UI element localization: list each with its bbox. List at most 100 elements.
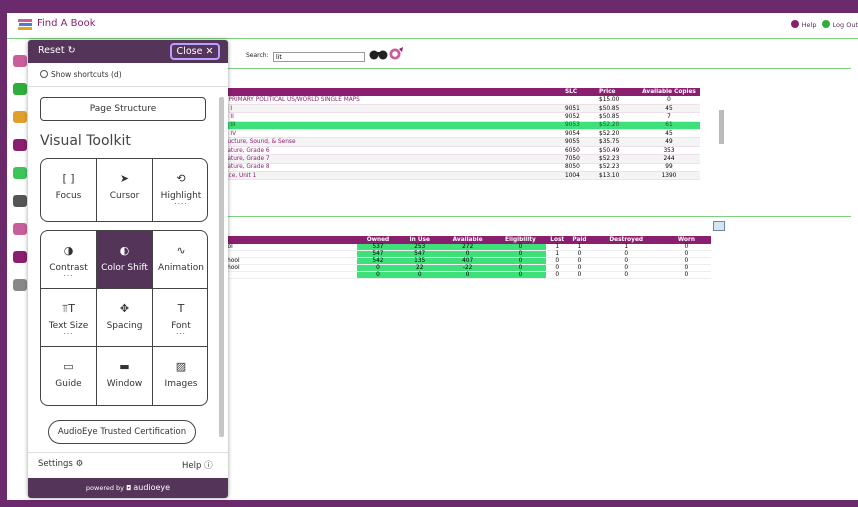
results-row[interactable]: e IV 9054 $52.20 45 [222, 129, 700, 139]
tool-color-shift-button[interactable]: ◐ Color Shift [97, 231, 153, 289]
tool-cursor-button[interactable]: ➤ Cursor [97, 159, 153, 221]
results-row[interactable]: ructure, Sound, & Sense 9055 $35.75 49 [222, 137, 700, 147]
results-col-available[interactable]: Available Copies [638, 88, 700, 96]
copies-cell: 0 [661, 257, 711, 265]
shortcuts-label: Show shortcuts (d) [51, 70, 122, 79]
results-cell-title[interactable]: e IV [222, 129, 562, 139]
show-shortcuts-toggle[interactable]: Show shortcuts (d) [40, 70, 122, 79]
logout-icon[interactable] [821, 20, 830, 28]
more-options-dots: ··· [176, 330, 186, 338]
results-scrollbar[interactable] [717, 98, 726, 216]
tool-focus-button[interactable]: [ ] Focus [41, 159, 97, 221]
nav-icon-8[interactable] [13, 251, 27, 263]
copies-col: Paid [568, 236, 591, 244]
tool-label: Guide [55, 379, 82, 389]
reset-label: Reset [38, 45, 65, 56]
results-col-slc[interactable]: SLC [562, 88, 596, 96]
animation-icon: ∿ [176, 244, 186, 257]
nav-icon-4[interactable] [13, 139, 27, 151]
tool-images-button[interactable]: ▨ Images [153, 347, 207, 405]
binoculars-icon[interactable] [368, 46, 408, 62]
results-cell-slc: 6050 [562, 146, 596, 156]
results-cell-title[interactable]: ace, Unit 1 [222, 171, 562, 181]
results-row[interactable]: e III 9053 $52.20 61 [222, 121, 700, 131]
settings-button[interactable]: Settings ⚙ [38, 459, 83, 469]
results-row[interactable]: ace, Unit 1 1004 $13.10 1390 [222, 171, 700, 181]
results-row[interactable]: l PRIMARY POLITICAL US/WORLD SINGLE MAPS… [222, 96, 700, 105]
help-icon[interactable] [790, 20, 799, 28]
copies-col: Available [440, 236, 495, 244]
close-button[interactable]: Close ✕ [170, 43, 220, 60]
results-cell-available: 1390 [638, 171, 700, 181]
cursor-icon: ➤ [119, 172, 130, 185]
export-spreadsheet-icon[interactable] [713, 221, 725, 231]
copies-cell: 542 [357, 257, 399, 265]
panel-scroll-thumb[interactable] [219, 97, 224, 437]
tool-text-size-button[interactable]: ⫪T Text Size ··· [41, 289, 97, 347]
search-input[interactable] [273, 52, 365, 62]
results-row[interactable]: rature, Grade 8 8050 $52.23 99 [222, 163, 700, 173]
images-icon: ▨ [175, 360, 187, 373]
results-cell-slc: 8050 [562, 163, 596, 173]
copies-cell: 0 [357, 271, 399, 279]
copies-row: 547 547 0 0 1 0 0 0 [222, 250, 711, 258]
results-cell-title[interactable]: rature, Grade 6 [222, 146, 562, 156]
more-options-dots: ··· [63, 272, 74, 280]
results-cell-title[interactable]: e III [222, 121, 562, 131]
tool-animation-button[interactable]: ∿ Animation [153, 231, 207, 289]
reset-button[interactable]: Reset ↻ [38, 45, 76, 56]
page-structure-button[interactable]: Page Structure [40, 97, 206, 121]
tool-guide-button[interactable]: ▭ Guide [41, 347, 97, 405]
results-cell-price: $50.49 [596, 146, 638, 156]
copies-cell: 0 [440, 250, 495, 258]
nav-icon-5[interactable] [13, 167, 27, 179]
wrench-icon[interactable] [13, 279, 27, 291]
results-row[interactable]: rature, Grade 7 7050 $52.23 244 [222, 154, 700, 164]
logout-link[interactable]: Log Out [833, 21, 858, 29]
tool-window-button[interactable]: ▬ Window [97, 347, 153, 405]
search-row: Search: [225, 43, 851, 69]
radio-icon[interactable] [40, 70, 48, 78]
results-cell-price: $50.85 [596, 112, 638, 122]
nav-icon-1[interactable] [13, 55, 27, 67]
tool-highlight-button[interactable]: ⟲ Highlight ···· [153, 159, 207, 221]
results-cell-slc: 9053 [562, 121, 596, 131]
focus-icon: [ ] [62, 172, 75, 185]
powered-by-label: powered by [85, 484, 125, 492]
nav-icon-2[interactable] [13, 83, 27, 95]
results-col-price[interactable]: Price [596, 88, 638, 96]
copies-cell: 22 [398, 264, 441, 272]
copies-cell: 0 [398, 271, 441, 279]
brand-name: audioeye [133, 483, 171, 492]
help-link[interactable]: Help [802, 21, 817, 29]
close-label: Close [176, 46, 203, 57]
nav-icon-6[interactable] [13, 195, 27, 207]
results-cell-title[interactable]: e II [222, 112, 562, 122]
tool-contrast-button[interactable]: ◑ Contrast ··· [41, 231, 97, 289]
copies-cell: 0 [568, 257, 591, 265]
panel-help-label: Help [182, 461, 202, 471]
panel-scrollbar[interactable] [218, 87, 226, 457]
results-row[interactable]: e I 9051 $50.85 45 [222, 104, 700, 114]
copies-col: In Use [398, 236, 441, 244]
results-scroll-thumb[interactable] [719, 110, 724, 144]
copies-col: Destroyed [590, 236, 662, 244]
copies-cell: 135 [398, 257, 441, 265]
results-col-title[interactable] [222, 88, 562, 96]
copies-cell: 547 [398, 250, 441, 258]
tool-spacing-button[interactable]: ✥ Spacing [97, 289, 153, 347]
nav-icon-3[interactable] [13, 111, 27, 123]
results-row[interactable]: rature, Grade 6 6050 $50.49 353 [222, 146, 700, 156]
tool-label: Window [106, 379, 143, 389]
results-cell-title[interactable]: e I [222, 104, 562, 114]
tool-font-button[interactable]: T Font ··· [153, 289, 207, 347]
panel-help-button[interactable]: Help ⓘ [182, 459, 213, 471]
nav-icon-7[interactable] [13, 223, 27, 235]
results-cell-title[interactable]: l PRIMARY POLITICAL US/WORLD SINGLE MAPS [222, 96, 562, 105]
results-cell-title[interactable]: ructure, Sound, & Sense [222, 137, 562, 147]
trusted-certification-button[interactable]: AudioEye Trusted Certification [48, 420, 196, 444]
copies-header-row: Owned In Use Available Eligibility Lost Paid D… [222, 236, 711, 244]
results-cell-title[interactable]: rature, Grade 8 [222, 163, 562, 173]
results-cell-title[interactable]: rature, Grade 7 [222, 154, 562, 164]
results-row[interactable]: e II 9052 $50.85 7 [222, 112, 700, 122]
